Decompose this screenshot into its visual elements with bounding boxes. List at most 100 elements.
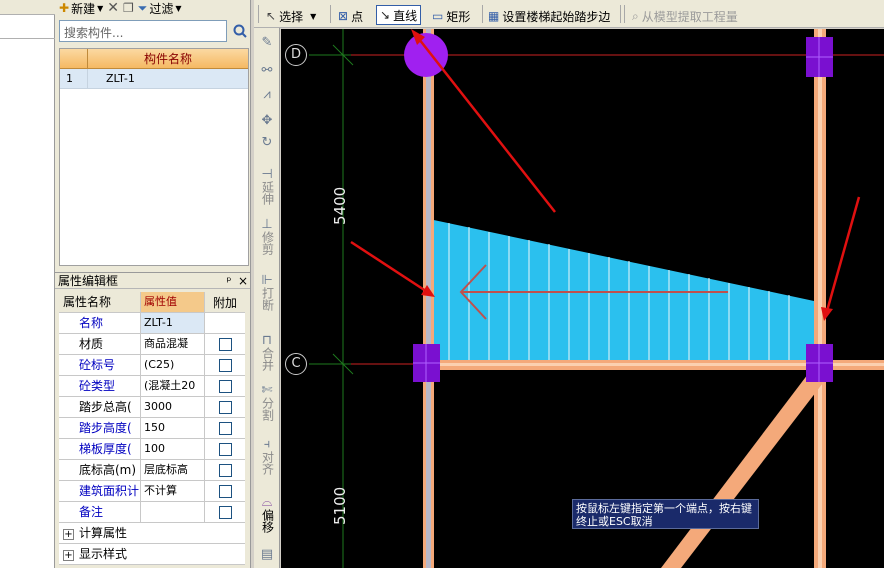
- property-value[interactable]: 商品混凝: [141, 334, 205, 354]
- property-value[interactable]: 100: [141, 439, 205, 459]
- close-icon[interactable]: ×: [236, 273, 250, 288]
- set-stair-start-button[interactable]: ▦ 设置楼梯起始踏步边: [488, 6, 610, 26]
- trim-tool[interactable]: ⊥ 修剪: [254, 218, 280, 255]
- mirror-tool[interactable]: ⩘: [254, 88, 280, 101]
- component-toolbar: ✚ 新建 ▼ ✕ ❐ ⏷ 过滤 ▼: [59, 0, 182, 16]
- stair-slab[interactable]: [429, 219, 814, 360]
- round-column[interactable]: [404, 33, 448, 77]
- select-label: 选择: [279, 9, 304, 24]
- property-value[interactable]: (C25): [141, 355, 205, 375]
- brush-tool[interactable]: ✎: [254, 36, 280, 49]
- search-icon: [233, 24, 247, 38]
- axis-label-d: D: [285, 44, 307, 66]
- attach-checkbox[interactable]: [218, 358, 232, 372]
- attach-checkbox[interactable]: [218, 379, 232, 393]
- list-item[interactable]: 1 ZLT-1: [60, 69, 248, 89]
- toolbar-separator: [330, 5, 331, 23]
- property-row[interactable]: 踏步高度( 150: [59, 418, 245, 439]
- rectangle-tool-button[interactable]: ▭ 矩形: [432, 6, 470, 26]
- component-list-header: 构件名称: [60, 49, 248, 69]
- expand-icon[interactable]: +: [63, 529, 74, 540]
- row-index: 1: [60, 69, 88, 88]
- extend-label: 延伸: [260, 181, 275, 205]
- command-tooltip: 按鼠标左键指定第一个端点，按右键终止或ESC取消: [572, 499, 759, 529]
- property-group-row[interactable]: + 显示样式: [59, 544, 245, 565]
- move-icon: ✥: [261, 113, 273, 128]
- beam-left-core: [426, 29, 431, 568]
- select-tool-button[interactable]: ↖ 选择 ▼: [266, 6, 316, 26]
- property-row[interactable]: 底标高(m) 层底标高: [59, 460, 245, 481]
- point-tool-button[interactable]: ⊠ 点: [338, 6, 363, 26]
- more-tool[interactable]: ▤: [254, 548, 280, 561]
- trim-label: 修剪: [260, 231, 275, 255]
- left-strip-divider: [0, 38, 55, 39]
- new-button[interactable]: ✚ 新建 ▼: [59, 0, 103, 17]
- break-label: 打断: [260, 287, 275, 311]
- extend-tool[interactable]: ⊣ 延伸: [254, 168, 280, 205]
- pin-icon[interactable]: ᵖ: [222, 273, 236, 288]
- rotate-tool[interactable]: ↻: [254, 136, 280, 149]
- attach-checkbox[interactable]: [218, 337, 232, 351]
- property-value[interactable]: [141, 502, 205, 522]
- property-value[interactable]: 3000: [141, 397, 205, 417]
- property-value[interactable]: ZLT-1: [141, 313, 205, 333]
- drawing-toolbar: ↖ 选择 ▼ ⊠ 点 ↘ 直线 ▭ 矩形 ▦ 设置楼梯起始踏步边 ⌕ 从模型提取…: [254, 0, 884, 28]
- beam-diagonal[interactable]: [661, 370, 826, 568]
- attach-checkbox[interactable]: [218, 505, 232, 519]
- move-tool[interactable]: ✥: [254, 114, 280, 127]
- rectangle-icon: ▭: [432, 9, 444, 23]
- attach-checkbox[interactable]: [218, 463, 232, 477]
- property-row[interactable]: 踏步总高( 3000: [59, 397, 245, 418]
- align-icon: ⫞: [263, 437, 271, 452]
- split-tool[interactable]: ✄ 分割: [254, 384, 280, 421]
- property-value[interactable]: 150: [141, 418, 205, 438]
- chevron-down-icon: ▼: [97, 3, 104, 13]
- property-row[interactable]: 建筑面积计 不计算: [59, 481, 245, 502]
- offset-tool[interactable]: ⌓ 偏移: [254, 496, 280, 533]
- document-icon: ▤: [260, 547, 274, 562]
- property-name: 备注: [59, 502, 141, 522]
- property-extra-header: 附加: [212, 295, 237, 310]
- attach-checkbox[interactable]: [218, 442, 232, 456]
- rectangle-label: 矩形: [446, 9, 471, 24]
- property-group-row[interactable]: + 计算属性: [59, 523, 245, 544]
- link-tool[interactable]: ⚯: [254, 64, 280, 77]
- search-input[interactable]: 搜索构件...: [59, 20, 227, 42]
- attach-checkbox[interactable]: [218, 484, 232, 498]
- delete-button[interactable]: ✕: [107, 0, 119, 16]
- merge-icon: ⊓: [261, 333, 273, 348]
- filter-button[interactable]: ⏷ 过滤 ▼: [138, 0, 182, 17]
- property-row[interactable]: 备注: [59, 502, 245, 523]
- property-row[interactable]: 梯板厚度( 100: [59, 439, 245, 460]
- attach-checkbox[interactable]: [218, 421, 232, 435]
- search-button[interactable]: [229, 20, 251, 42]
- property-name: 砼类型: [59, 376, 141, 396]
- property-value[interactable]: 层底标高: [141, 460, 205, 480]
- offset-label: 偏移: [260, 509, 275, 533]
- filter-label: 过滤: [149, 1, 174, 16]
- property-row[interactable]: 材质 商品混凝: [59, 334, 245, 355]
- line-tool-button[interactable]: ↘ 直线: [376, 5, 422, 25]
- align-tool[interactable]: ⫞ 对齐: [254, 438, 280, 475]
- split-icon: ✄: [261, 383, 273, 398]
- property-row[interactable]: 砼标号 (C25): [59, 355, 245, 376]
- property-value[interactable]: 不计算: [141, 481, 205, 501]
- attach-checkbox[interactable]: [218, 400, 232, 414]
- drawing-svg[interactable]: [281, 29, 884, 568]
- property-name: 踏步高度(: [59, 418, 141, 438]
- merge-tool[interactable]: ⊓ 合并: [254, 334, 280, 371]
- property-name: 梯板厚度(: [59, 439, 141, 459]
- drawing-canvas[interactable]: D C 5400 5100 按鼠标左键指定第一个端点，按右键终止或ESC取消: [281, 29, 884, 568]
- chevron-down-icon: ▼: [175, 3, 182, 13]
- property-value[interactable]: (混凝土20: [141, 376, 205, 396]
- property-panel-title: 属性编辑框: [58, 274, 119, 288]
- property-row[interactable]: 名称 ZLT-1: [59, 313, 245, 334]
- extract-quantity-button[interactable]: ⌕ 从模型提取工程量: [632, 6, 738, 26]
- toolbar-separator: [482, 5, 483, 23]
- property-row[interactable]: 砼类型 (混凝土20: [59, 376, 245, 397]
- expand-icon[interactable]: +: [63, 550, 74, 561]
- link-icon: ⚯: [261, 63, 273, 78]
- break-tool[interactable]: ⊩ 打断: [254, 274, 280, 311]
- toolbar-separator: [624, 5, 625, 23]
- copy-button[interactable]: ❐: [123, 1, 134, 15]
